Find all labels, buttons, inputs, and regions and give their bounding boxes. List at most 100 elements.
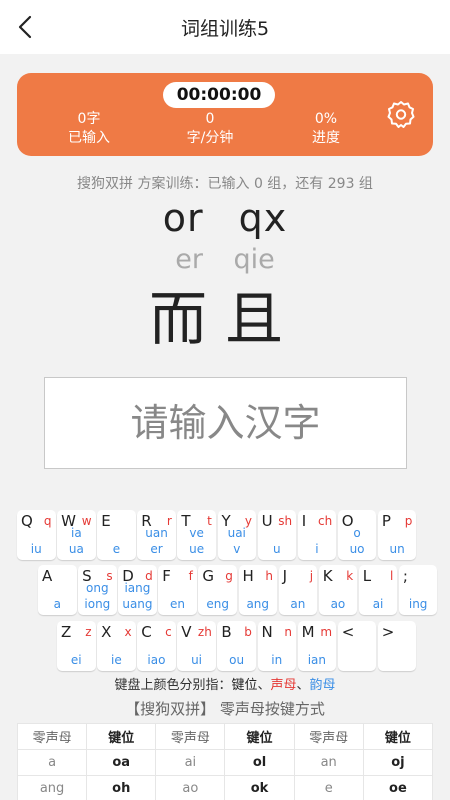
progress-value: 0% [314, 111, 338, 127]
table-cell-key: oj [362, 749, 434, 776]
key-letter: L [362, 567, 372, 585]
key-yunmu-item: ou [229, 653, 245, 667]
key-yunmu-item: eng [206, 597, 229, 611]
key-yunmu-item: iong [84, 597, 111, 611]
page-title: 词组训练5 [180, 18, 270, 40]
table-header-key: 键位 [224, 723, 295, 750]
table-cell-key: oe [362, 775, 434, 800]
typed-count-value: 0字 [77, 111, 101, 127]
key-m[interactable]: Mm ian [297, 621, 337, 671]
key-x[interactable]: Xx ie [97, 621, 136, 671]
timer: 00:00:00 [163, 82, 275, 108]
key-shengmu: x [124, 625, 132, 639]
table-row: a oa ai ol an oj [16, 749, 434, 776]
key-f[interactable]: Ff en [158, 565, 197, 615]
key-letter: A [42, 567, 53, 585]
table-cell-final: ai [155, 749, 226, 776]
key-k[interactable]: Kk ao [318, 565, 358, 615]
key-r[interactable]: Rr uan er [137, 510, 176, 560]
key-yunmu-item: uan [145, 526, 168, 540]
key-d[interactable]: Dd iang uang [118, 565, 157, 615]
legend-separator: 、 [257, 678, 271, 693]
key-i[interactable]: Ich i [297, 510, 337, 560]
key-s[interactable]: Ss ong iong [78, 565, 117, 615]
key-shengmu: z [85, 625, 92, 639]
key-letter: N [261, 623, 273, 641]
key-j[interactable]: Jj an [278, 565, 318, 615]
key-letter: G [202, 567, 215, 585]
key-yunmu-item: ui [191, 653, 203, 667]
key-yunmu-item: uang [122, 597, 153, 611]
key-yunmu-item: ong [86, 581, 109, 595]
key-yunmu-item: a [53, 597, 61, 611]
table-header-zero-initial: 零声母 [293, 723, 364, 750]
table-row: ang oh ao ok e oe [16, 775, 434, 800]
key-less-than[interactable]: < [337, 621, 377, 671]
table-cell-final: e [293, 775, 364, 800]
key-yunmu: iao [137, 652, 176, 668]
key-letter: ; [402, 567, 408, 585]
key-c[interactable]: Cc iao [137, 621, 176, 671]
key-l[interactable]: Ll ai [358, 565, 398, 615]
key-yunmu-item: ang [246, 597, 270, 611]
key-letter: B [221, 623, 232, 641]
key-yunmu-item: e [112, 542, 121, 556]
key-p[interactable]: Pp un [377, 510, 417, 560]
key-yunmu-item: ing [408, 597, 428, 611]
key-yunmu: i [298, 541, 337, 557]
table-header-key: 键位 [86, 723, 157, 750]
key-yunmu: ou [217, 652, 256, 668]
key-letter: H [242, 567, 254, 585]
key-a[interactable]: Aa [38, 565, 77, 615]
key-semicolon[interactable]: ; ing [398, 565, 438, 615]
key-u[interactable]: Ush u [257, 510, 297, 560]
key-letter: I [301, 512, 307, 530]
key-yunmu-item: iu [30, 542, 42, 556]
key-yunmu: ao [319, 596, 358, 612]
key-letter: F [162, 567, 171, 585]
key-yunmu-item: ua [68, 542, 84, 556]
key-v[interactable]: Vzh ui [177, 621, 216, 671]
key-yunmu: en [158, 596, 197, 612]
key-yunmu-item: ia [71, 526, 82, 540]
key-w[interactable]: Ww ia ua [57, 510, 96, 560]
key-o[interactable]: Oo uo [337, 510, 377, 560]
key-letter: < [341, 623, 355, 641]
key-g[interactable]: Gg eng [198, 565, 237, 615]
table-cell-final: an [293, 749, 364, 776]
key-letter: > [381, 623, 395, 641]
key-yunmu: uan er [137, 525, 176, 557]
key-z[interactable]: Zz ei [57, 621, 96, 671]
key-n[interactable]: Nn in [257, 621, 296, 671]
table-cell-final: ao [155, 775, 226, 800]
hanzi-input[interactable]: 请输入汉字 [44, 377, 407, 469]
key-yunmu: iu [17, 541, 56, 557]
key-greater-than[interactable]: > [377, 621, 417, 671]
key-b[interactable]: Bb ou [217, 621, 256, 671]
key-shengmu: zh [197, 625, 212, 639]
key-yunmu: ui [177, 652, 216, 668]
key-t[interactable]: Tt ve ue [177, 510, 216, 560]
scheme-title: 【搜狗双拼】 零声母按键方式 [125, 700, 325, 718]
progress-stat: 0% 进度 [276, 110, 376, 148]
gear-icon[interactable] [386, 99, 416, 129]
key-q[interactable]: Qq iu [17, 510, 56, 560]
key-yunmu-item: ai [372, 597, 384, 611]
key-yunmu: iang uang [118, 580, 157, 612]
key-shengmu: h [265, 569, 273, 583]
key-yunmu-item: uai [227, 526, 246, 540]
key-letter: K [322, 567, 333, 585]
table-header-zero-initial: 零声母 [16, 723, 88, 750]
key-yunmu: ie [97, 652, 136, 668]
typed-count-label: 已输入 [68, 130, 110, 146]
key-letter: E [101, 512, 111, 530]
key-yunmu: ve ue [177, 525, 216, 557]
key-yunmu: ian [298, 652, 337, 668]
key-letter: C [141, 623, 152, 641]
key-shengmu: k [346, 569, 354, 583]
key-yunmu-item: ian [307, 653, 326, 667]
key-shengmu: n [284, 625, 292, 639]
key-e[interactable]: Ee [97, 510, 136, 560]
key-h[interactable]: Hh ang [238, 565, 277, 615]
key-y[interactable]: Yy uai v [217, 510, 256, 560]
